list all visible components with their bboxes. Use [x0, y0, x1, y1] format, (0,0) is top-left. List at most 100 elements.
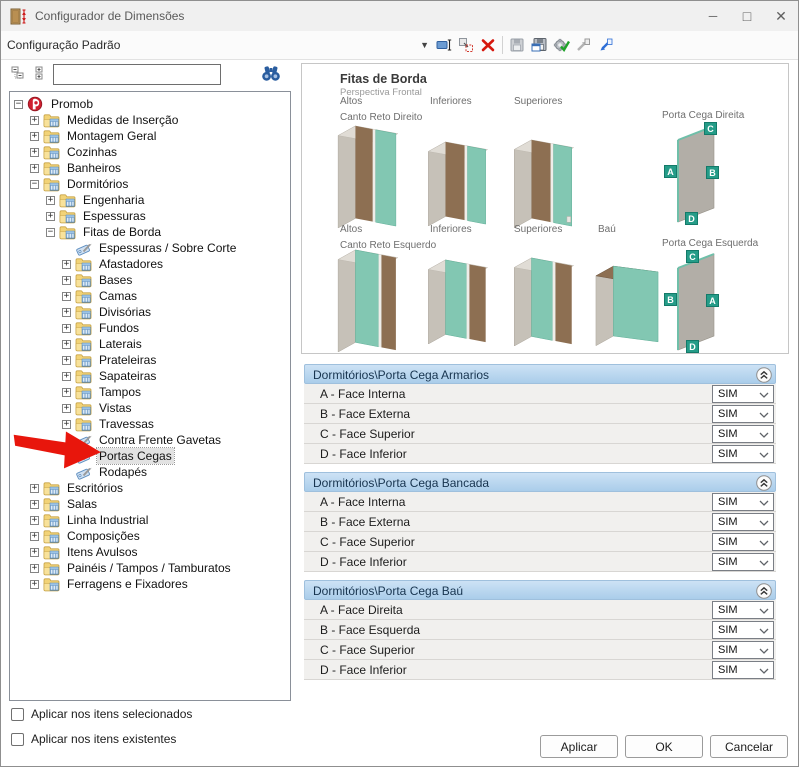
selected-value: SIM [713, 388, 759, 400]
cancel-button[interactable]: Cancelar [710, 735, 788, 758]
collapse-section-button[interactable] [756, 367, 772, 383]
value-select[interactable]: SIM [712, 405, 774, 423]
configuration-combobox[interactable]: Configuração Padrão ▼ [1, 38, 433, 52]
expand-toggle[interactable]: + [62, 372, 71, 381]
tree-item-montagem-geral[interactable]: + Montagem Geral [10, 128, 290, 144]
close-button[interactable]: ✕ [764, 1, 798, 31]
value-select[interactable]: SIM [712, 641, 774, 659]
binoculars-icon[interactable] [261, 65, 281, 82]
tree-item-ferragens-e-fixadores[interactable]: +Ferragens e Fixadores [10, 576, 290, 592]
tree-item-promob[interactable]: −Promob [10, 96, 290, 112]
collapse-toggle[interactable]: − [46, 228, 55, 237]
expand-toggle[interactable]: + [62, 340, 71, 349]
tree-item-linha-industrial[interactable]: +Linha Industrial [10, 512, 290, 528]
value-select[interactable]: SIM [712, 493, 774, 511]
expand-toggle[interactable]: + [30, 516, 39, 525]
rename-button[interactable] [433, 34, 455, 56]
expand-toggle[interactable]: + [62, 292, 71, 301]
value-select[interactable]: SIM [712, 621, 774, 639]
expand-toggle[interactable]: + [30, 132, 39, 141]
section-header[interactable]: Dormitórios\Porta Cega Armarios [304, 364, 776, 384]
tree-item-cozinhas[interactable]: +Cozinhas [10, 144, 290, 160]
copy-configuration-button[interactable] [455, 34, 477, 56]
expand-toggle[interactable]: + [62, 260, 71, 269]
minimize-button[interactable]: ─ [696, 1, 730, 31]
tree-item-dormito-rios[interactable]: −Dormitórios [10, 176, 290, 192]
apply-existing-checkbox[interactable] [11, 733, 24, 746]
tree-item-contra-frente-gavetas[interactable]: Contra Frente Gavetas [10, 432, 290, 448]
tree-item-salas[interactable]: +Salas [10, 496, 290, 512]
tree-item-portas-cegas[interactable]: Portas Cegas [10, 448, 290, 464]
expand-toggle[interactable]: + [62, 388, 71, 397]
tree-item-paine-is-tampos-tamburatos[interactable]: +Painéis / Tampos / Tamburatos [10, 560, 290, 576]
save-button[interactable] [506, 34, 528, 56]
expand-toggle[interactable]: + [62, 324, 71, 333]
expand-toggle[interactable]: + [30, 484, 39, 493]
tree-item-vistas[interactable]: +Vistas [10, 400, 290, 416]
save-configuration-button[interactable] [528, 34, 550, 56]
tree-item-rodape-s[interactable]: Rodapés [10, 464, 290, 480]
tree-item-bases[interactable]: +Bases [10, 272, 290, 288]
tree-item-engenharia[interactable]: +Engenharia [10, 192, 290, 208]
value-select[interactable]: SIM [712, 553, 774, 571]
value-select[interactable]: SIM [712, 445, 774, 463]
collapse-all-icon[interactable] [11, 66, 27, 82]
tree-item-diviso-rias[interactable]: +Divisórias [10, 304, 290, 320]
tree-item-label: Montagem Geral [65, 128, 158, 144]
value-select[interactable]: SIM [712, 425, 774, 443]
maximize-button[interactable]: □ [730, 1, 764, 31]
tree-item-prateleiras[interactable]: +Prateleiras [10, 352, 290, 368]
expand-toggle[interactable]: + [62, 308, 71, 317]
search-input[interactable] [53, 64, 221, 85]
value-select[interactable]: SIM [712, 661, 774, 679]
section-header[interactable]: Dormitórios\Porta Cega Baú [304, 580, 776, 600]
tree-item-composic-o-es[interactable]: +Composições [10, 528, 290, 544]
expand-toggle[interactable]: + [30, 548, 39, 557]
checkbox-label: Aplicar nos itens existentes [31, 732, 176, 746]
tree-item-tampos[interactable]: +Tampos [10, 384, 290, 400]
expand-toggle[interactable]: + [30, 532, 39, 541]
expand-toggle[interactable]: + [30, 164, 39, 173]
value-select[interactable]: SIM [712, 533, 774, 551]
apply-configuration-button[interactable] [550, 34, 572, 56]
collapse-section-button[interactable] [756, 583, 772, 599]
expand-toggle[interactable]: + [30, 564, 39, 573]
expand-toggle[interactable]: + [30, 116, 39, 125]
expand-toggle[interactable]: + [30, 500, 39, 509]
tree-item-afastadores[interactable]: +Afastadores [10, 256, 290, 272]
expand-toggle[interactable]: + [62, 276, 71, 285]
expand-toggle[interactable]: + [30, 580, 39, 589]
expand-toggle[interactable]: + [62, 420, 71, 429]
tree-item-laterais[interactable]: +Laterais [10, 336, 290, 352]
apply-selected-checkbox[interactable] [11, 708, 24, 721]
ok-button[interactable]: OK [625, 735, 703, 758]
value-select[interactable]: SIM [712, 385, 774, 403]
tree-item-banheiros[interactable]: +Banheiros [10, 160, 290, 176]
value-select[interactable]: SIM [712, 601, 774, 619]
collapse-toggle[interactable]: − [14, 100, 23, 109]
collapse-toggle[interactable]: − [30, 180, 39, 189]
tree-item-sapateiras[interactable]: +Sapateiras [10, 368, 290, 384]
section-header[interactable]: Dormitórios\Porta Cega Bancada [304, 472, 776, 492]
tree-item-fitas-de-borda[interactable]: −Fitas de Borda [10, 224, 290, 240]
tree-item-espessuras[interactable]: +Espessuras [10, 208, 290, 224]
tree-item-itens-avulsos[interactable]: +Itens Avulsos [10, 544, 290, 560]
tree-item-camas[interactable]: +Camas [10, 288, 290, 304]
tree-item-travessas[interactable]: +Travessas [10, 416, 290, 432]
expand-toggle[interactable]: + [46, 212, 55, 221]
tree-item-medidas-de-inserc-a-o[interactable]: +Medidas de Inserção [10, 112, 290, 128]
export-button[interactable] [594, 34, 616, 56]
collapse-section-button[interactable] [756, 475, 772, 491]
expand-all-icon[interactable] [31, 66, 47, 82]
apply-button[interactable]: Aplicar [540, 735, 618, 758]
value-select[interactable]: SIM [712, 513, 774, 531]
expand-toggle[interactable]: + [62, 404, 71, 413]
tree-item-espessuras-sobre-corte[interactable]: Espessuras / Sobre Corte [10, 240, 290, 256]
delete-configuration-button[interactable] [477, 34, 499, 56]
import-button[interactable] [572, 34, 594, 56]
tree-item-fundos[interactable]: +Fundos [10, 320, 290, 336]
expand-toggle[interactable]: + [30, 148, 39, 157]
expand-toggle[interactable]: + [62, 356, 71, 365]
expand-toggle[interactable]: + [46, 196, 55, 205]
tree-item-escrito-rios[interactable]: +Escritórios [10, 480, 290, 496]
